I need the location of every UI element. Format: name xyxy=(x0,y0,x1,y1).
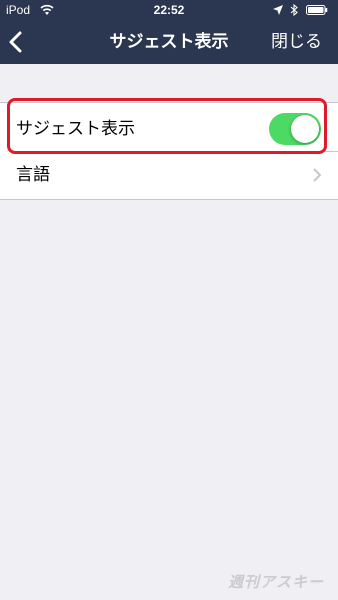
suggest-display-row: サジェスト表示 xyxy=(0,103,338,151)
bluetooth-icon xyxy=(290,4,298,16)
back-chevron-icon[interactable] xyxy=(6,30,28,54)
location-arrow-icon xyxy=(273,5,283,15)
status-time: 22:52 xyxy=(153,3,185,17)
language-label: 言語 xyxy=(16,165,50,185)
watermark: 週刊アスキー xyxy=(227,574,324,591)
language-row[interactable]: 言語 xyxy=(0,151,338,199)
suggest-display-toggle[interactable] xyxy=(269,113,321,145)
page-title: サジェスト表示 xyxy=(109,32,229,52)
chevron-right-icon xyxy=(313,168,321,182)
close-button[interactable]: 閉じる xyxy=(271,32,322,52)
toggle-knob xyxy=(291,115,319,143)
navigation-bar: サジェスト表示 閉じる xyxy=(0,20,338,64)
battery-icon xyxy=(306,5,328,15)
settings-list: サジェスト表示 言語 xyxy=(0,102,338,200)
suggest-display-label: サジェスト表示 xyxy=(16,119,135,139)
top-bar: iPod 22:52 サジェスト表示 閉じる xyxy=(0,0,338,64)
status-bar: iPod 22:52 xyxy=(0,0,338,20)
